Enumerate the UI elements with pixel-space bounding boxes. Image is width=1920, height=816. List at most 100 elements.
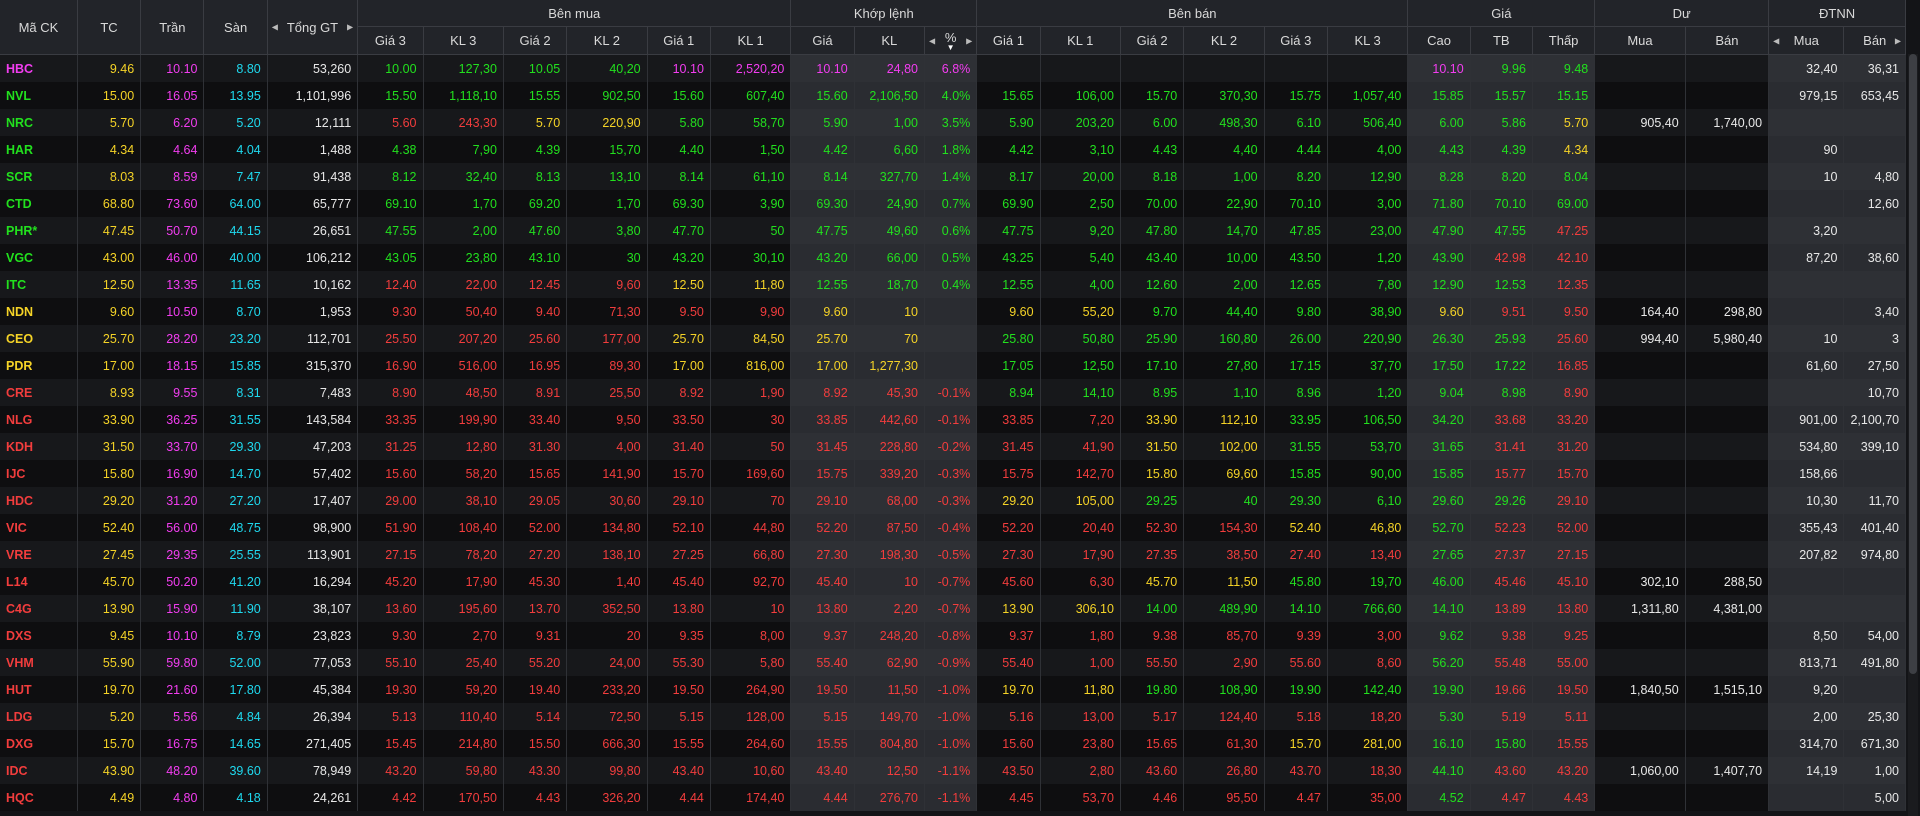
- col-header-foreign-sell[interactable]: Bán ▶: [1843, 26, 1906, 55]
- symbol-cell[interactable]: IDC: [0, 757, 78, 784]
- table-row[interactable]: DXS 9.45 10.10 8.79 23,823 9.30 2,70 9.31 20 9.35…: [0, 622, 1906, 649]
- col-header-match-price[interactable]: Giá: [790, 26, 855, 55]
- col-header-ask-vol-2[interactable]: KL 2: [1183, 26, 1265, 55]
- symbol-cell[interactable]: C4G: [0, 595, 78, 622]
- symbol-cell[interactable]: CEO: [0, 325, 78, 352]
- table-row[interactable]: IDC 43.90 48.20 39.60 78,949 43.20 59,80 43.30 9…: [0, 757, 1906, 784]
- table-row[interactable]: IJC 15.80 16.90 14.70 57,402 15.60 58,20 15.65 1…: [0, 460, 1906, 487]
- symbol-cell[interactable]: LDG: [0, 703, 78, 730]
- table-row[interactable]: NDN 9.60 10.50 8.70 1,953 9.30 50,40 9.40 71,30 9…: [0, 298, 1906, 325]
- symbol-cell[interactable]: VIC: [0, 514, 78, 541]
- table-row[interactable]: CEO 25.70 28.20 23.20 112,701 25.50 207,20 25.6…: [0, 325, 1906, 352]
- symbol-cell[interactable]: L14: [0, 568, 78, 595]
- table-row[interactable]: SCR 8.03 8.59 7.47 91,438 8.12 32,40 8.13 13,10 8…: [0, 163, 1906, 190]
- table-row[interactable]: NLG 33.90 36.25 31.55 143,584 33.35 199,90 33.4…: [0, 406, 1906, 433]
- table-row[interactable]: VIC 52.40 56.00 48.75 98,900 51.90 108,40 52.00…: [0, 514, 1906, 541]
- arrow-left-icon[interactable]: ◀: [929, 36, 935, 45]
- table-row[interactable]: CTD 68.80 73.60 64.00 65,777 69.10 1,70 69.20 1,…: [0, 190, 1906, 217]
- symbol-cell[interactable]: NRC: [0, 109, 78, 136]
- col-header-bid-vol-2[interactable]: KL 2: [566, 26, 648, 55]
- match-volume-cell: 24,80: [854, 54, 926, 82]
- vertical-scrollbar[interactable]: [1908, 54, 1918, 816]
- col-header-bid-price-1[interactable]: Giá 1: [647, 26, 711, 55]
- table-row[interactable]: HBC 9.46 10.10 8.80 53,260 10.00 127,30 10.05 40…: [0, 54, 1906, 82]
- table-row[interactable]: PDR 17.00 18.15 15.85 315,370 16.90 516,00 16.9…: [0, 352, 1906, 379]
- col-header-ask-price-2[interactable]: Giá 2: [1120, 26, 1185, 55]
- col-header-ask-price-1[interactable]: Giá 1: [976, 26, 1041, 55]
- symbol-cell[interactable]: PHR*: [0, 217, 78, 244]
- table-row[interactable]: VGC 43.00 46.00 40.00 106,212 43.05 23,80 43.10…: [0, 244, 1906, 271]
- floor-price-cell: 11.90: [203, 595, 268, 622]
- col-header-bid-vol-3[interactable]: KL 3: [423, 26, 504, 55]
- arrow-right-icon[interactable]: ▶: [1895, 36, 1901, 45]
- table-row[interactable]: DXG 15.70 16.75 14.65 271,405 15.45 214,80 15.5…: [0, 730, 1906, 757]
- col-header-bid-price-3[interactable]: Giá 3: [357, 26, 424, 55]
- symbol-cell[interactable]: NLG: [0, 406, 78, 433]
- col-header-ask-vol-1[interactable]: KL 1: [1040, 26, 1121, 55]
- symbol-cell[interactable]: VGC: [0, 244, 78, 271]
- bid-price-2-cell: 47.60: [503, 217, 568, 244]
- table-row[interactable]: ITC 12.50 13.35 11.65 10,162 12.40 22,00 12.45 9…: [0, 271, 1906, 298]
- col-header-total-value[interactable]: ◀ Tổng GT ▶: [267, 0, 359, 55]
- col-header-remaining-buy[interactable]: Mua: [1594, 26, 1686, 55]
- table-row[interactable]: HUT 19.70 21.60 17.80 45,384 19.30 59,20 19.40 2…: [0, 676, 1906, 703]
- table-row[interactable]: KDH 31.50 33.70 29.30 47,203 31.25 12,80 31.30 4…: [0, 433, 1906, 460]
- col-header-bid-price-2[interactable]: Giá 2: [503, 26, 568, 55]
- symbol-cell[interactable]: PDR: [0, 352, 78, 379]
- symbol-cell[interactable]: VRE: [0, 541, 78, 568]
- col-header-match-percent[interactable]: ◀ % ▼ ▶: [924, 26, 978, 55]
- table-row[interactable]: L14 45.70 50.20 41.20 16,294 45.20 17,90 45.30 1…: [0, 568, 1906, 595]
- symbol-cell[interactable]: HUT: [0, 676, 78, 703]
- average-price-cell: 8.98: [1470, 379, 1533, 406]
- symbol-cell[interactable]: CRE: [0, 379, 78, 406]
- col-header-low[interactable]: Thấp: [1532, 26, 1596, 55]
- col-header-ceiling[interactable]: Trần: [140, 0, 205, 55]
- col-header-symbol[interactable]: Mã CK: [0, 0, 78, 55]
- arrow-right-icon[interactable]: ▶: [966, 36, 972, 45]
- symbol-cell[interactable]: ITC: [0, 271, 78, 298]
- table-row[interactable]: C4G 13.90 15.90 11.90 38,107 13.60 195,60 13.70…: [0, 595, 1906, 622]
- table-row[interactable]: NVL 15.00 16.05 13.95 1,101,996 15.50 1,118,10…: [0, 82, 1906, 109]
- symbol-cell[interactable]: HAR: [0, 136, 78, 163]
- col-header-average[interactable]: TB: [1470, 26, 1533, 55]
- symbol-cell[interactable]: HBC: [0, 54, 78, 82]
- col-header-bid-vol-1[interactable]: KL 1: [710, 26, 792, 55]
- table-row[interactable]: VRE 27.45 29.35 25.55 113,901 27.15 78,20 27.20…: [0, 541, 1906, 568]
- arrow-left-icon[interactable]: ◀: [272, 23, 278, 32]
- table-row[interactable]: VHM 55.90 59.80 52.00 77,053 55.10 25,40 55.20 2…: [0, 649, 1906, 676]
- symbol-cell[interactable]: KDH: [0, 433, 78, 460]
- ask-vol-1-cell: 50,80: [1040, 325, 1121, 352]
- scrollbar-thumb[interactable]: [1909, 54, 1917, 674]
- sort-desc-icon[interactable]: ▼: [925, 44, 976, 52]
- col-header-ask-vol-3[interactable]: KL 3: [1327, 26, 1409, 55]
- symbol-cell[interactable]: IJC: [0, 460, 78, 487]
- symbol-cell[interactable]: NVL: [0, 82, 78, 109]
- symbol-cell[interactable]: HDC: [0, 487, 78, 514]
- symbol-cell[interactable]: NDN: [0, 298, 78, 325]
- foreign-buy-cell: 90: [1768, 136, 1845, 163]
- table-row[interactable]: HDC 29.20 31.20 27.20 17,407 29.00 38,10 29.05 3…: [0, 487, 1906, 514]
- table-row[interactable]: NRC 5.70 6.20 5.20 12,111 5.60 243,30 5.70 220,9…: [0, 109, 1906, 136]
- table-row[interactable]: HQC 4.49 4.80 4.18 24,261 4.42 170,50 4.43 326,2…: [0, 784, 1906, 811]
- col-header-ask-price-3[interactable]: Giá 3: [1264, 26, 1328, 55]
- col-header-remaining-sell[interactable]: Bán: [1685, 26, 1770, 55]
- symbol-cell[interactable]: DXG: [0, 730, 78, 757]
- symbol-cell[interactable]: VHM: [0, 649, 78, 676]
- table-row[interactable]: HAR 4.34 4.64 4.04 1,488 4.38 7,90 4.39 15,70 4.4…: [0, 136, 1906, 163]
- remaining-sell-cell: [1685, 460, 1770, 487]
- table-row[interactable]: CRE 8.93 9.55 8.31 7,483 8.90 48,50 8.91 25,50 8.…: [0, 379, 1906, 406]
- symbol-cell[interactable]: DXS: [0, 622, 78, 649]
- symbol-cell[interactable]: HQC: [0, 784, 78, 811]
- col-header-high[interactable]: Cao: [1407, 26, 1471, 55]
- symbol-cell[interactable]: SCR: [0, 163, 78, 190]
- arrow-left-icon[interactable]: ◀: [1773, 36, 1779, 45]
- ask-price-3-cell: 29.30: [1264, 487, 1328, 514]
- arrow-right-icon[interactable]: ▶: [347, 23, 353, 32]
- col-header-floor[interactable]: Sàn: [203, 0, 268, 55]
- symbol-cell[interactable]: CTD: [0, 190, 78, 217]
- table-row[interactable]: LDG 5.20 5.56 4.84 26,394 5.13 110,40 5.14 72,50…: [0, 703, 1906, 730]
- col-header-reference[interactable]: TC: [77, 0, 142, 55]
- col-header-match-volume[interactable]: KL: [854, 26, 926, 55]
- table-row[interactable]: PHR* 47.45 50.70 44.15 26,651 47.55 2,00 47.60 3…: [0, 217, 1906, 244]
- col-header-foreign-buy[interactable]: ◀ Mua: [1768, 26, 1845, 55]
